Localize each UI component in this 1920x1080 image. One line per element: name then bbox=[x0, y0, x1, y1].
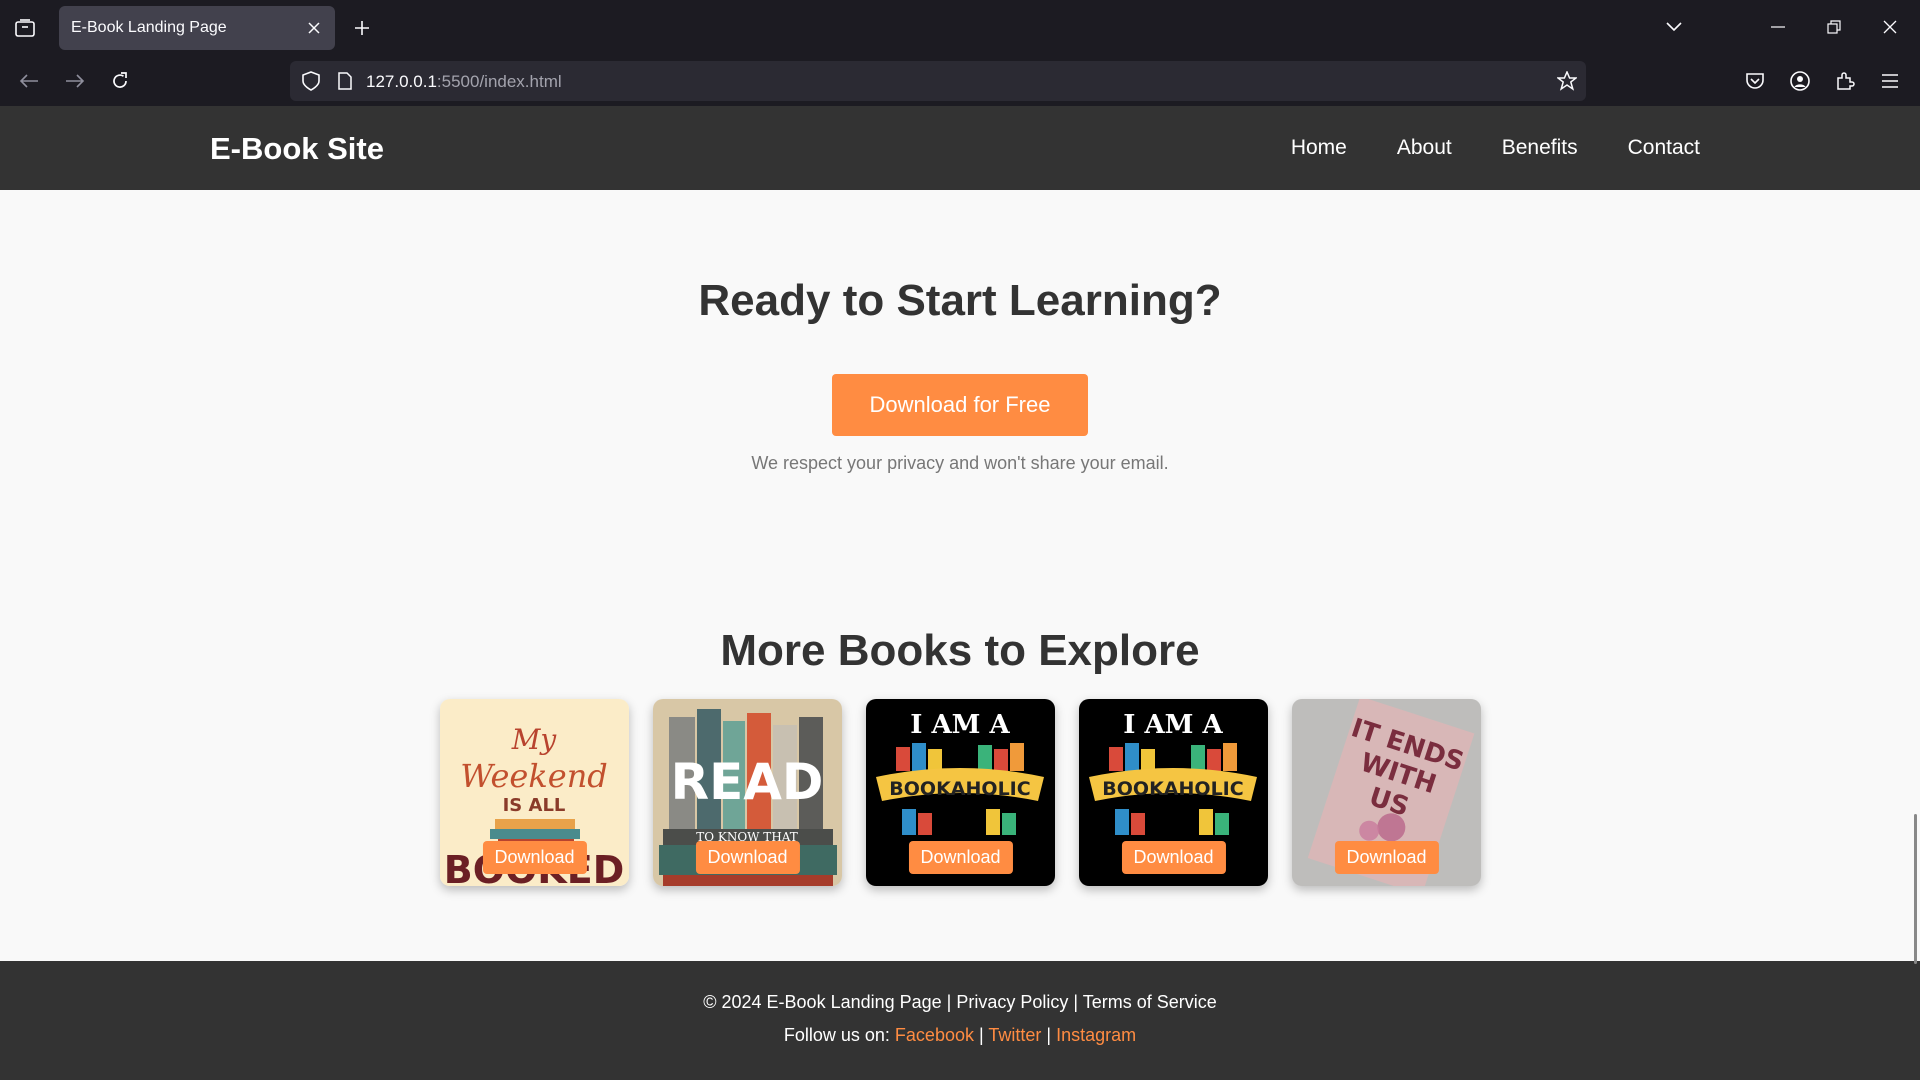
svg-text:I AM A: I AM A bbox=[910, 710, 1010, 740]
svg-text:BOOKAHOLIC: BOOKAHOLIC bbox=[1102, 778, 1243, 800]
navigation-toolbar: 127.0.0.1:5500/index.html bbox=[0, 56, 1920, 106]
pocket-icon[interactable] bbox=[1740, 66, 1770, 96]
book-card[interactable]: I AM A BOOKAHOLIC Download bbox=[1079, 699, 1268, 886]
reload-icon[interactable] bbox=[105, 66, 135, 96]
tab-overview-icon[interactable] bbox=[10, 14, 40, 42]
privacy-note: We respect your privacy and won't share … bbox=[751, 453, 1169, 473]
book-card[interactable]: I AM A BOOKAHOLIC Download bbox=[866, 699, 1055, 886]
back-arrow-icon[interactable] bbox=[14, 66, 44, 96]
footer-copyright: © 2024 E-Book Landing Page | Privacy Pol… bbox=[703, 992, 1217, 1012]
download-for-free-button[interactable]: Download for Free bbox=[832, 374, 1088, 436]
chevron-down-icon[interactable] bbox=[1654, 10, 1694, 44]
tab-title: E-Book Landing Page bbox=[71, 19, 227, 36]
footer-social: Follow us on: Facebook | Twitter | Insta… bbox=[0, 1025, 1920, 1046]
url-text[interactable]: 127.0.0.1:5500/index.html bbox=[366, 72, 562, 92]
book-card[interactable]: IT ENDS WITH US Download bbox=[1292, 699, 1481, 886]
close-window-icon[interactable] bbox=[1870, 10, 1910, 44]
book-card[interactable]: READ TO KNOW THAT Download bbox=[653, 699, 842, 886]
forward-arrow-icon[interactable] bbox=[60, 66, 90, 96]
restore-icon[interactable] bbox=[1814, 10, 1854, 44]
close-icon[interactable] bbox=[303, 17, 325, 39]
site-logo[interactable]: E-Book Site bbox=[210, 131, 384, 167]
tab-strip: E-Book Landing Page bbox=[0, 0, 1920, 54]
book-download-button[interactable]: Download bbox=[908, 841, 1013, 874]
nav-link-contact[interactable]: Contact bbox=[1628, 136, 1700, 160]
svg-text:READ: READ bbox=[671, 753, 824, 811]
svg-text:My: My bbox=[511, 723, 558, 756]
nav-link-benefits[interactable]: Benefits bbox=[1502, 136, 1578, 160]
book-gallery: My Weekend IS ALL BOOKED Download READ bbox=[440, 699, 1481, 886]
extensions-icon[interactable] bbox=[1830, 66, 1860, 96]
site-nav: Home About Benefits Contact bbox=[1291, 136, 1700, 160]
svg-text:Weekend: Weekend bbox=[460, 757, 608, 795]
book-download-button[interactable]: Download bbox=[1121, 841, 1226, 874]
more-books-heading: More Books to Explore bbox=[720, 626, 1200, 675]
scrollbar-thumb[interactable] bbox=[1914, 814, 1917, 964]
footer-separator: | bbox=[979, 1025, 984, 1045]
twitter-link[interactable]: Twitter bbox=[988, 1025, 1041, 1045]
svg-text:BOOKAHOLIC: BOOKAHOLIC bbox=[889, 778, 1030, 800]
new-tab-plus-icon[interactable] bbox=[348, 14, 376, 42]
browser-tab-active[interactable]: E-Book Landing Page bbox=[59, 6, 335, 50]
address-bar[interactable]: 127.0.0.1:5500/index.html bbox=[290, 61, 1586, 101]
site-footer: © 2024 E-Book Landing Page | Privacy Pol… bbox=[0, 961, 1920, 1080]
cta-heading: Ready to Start Learning? bbox=[698, 276, 1222, 325]
nav-link-about[interactable]: About bbox=[1397, 136, 1452, 160]
account-icon[interactable] bbox=[1785, 66, 1815, 96]
star-bookmark-icon[interactable] bbox=[1556, 70, 1578, 92]
follow-label: Follow us on: bbox=[783, 1025, 890, 1045]
svg-text:IS ALL: IS ALL bbox=[503, 795, 566, 816]
footer-separator: | bbox=[1046, 1025, 1052, 1045]
book-card[interactable]: My Weekend IS ALL BOOKED Download bbox=[440, 699, 629, 886]
instagram-link[interactable]: Instagram bbox=[1056, 1025, 1136, 1045]
book-download-button[interactable]: Download bbox=[482, 841, 587, 874]
page-icon[interactable] bbox=[334, 70, 356, 92]
minimize-icon[interactable] bbox=[1758, 10, 1798, 44]
book-download-button[interactable]: Download bbox=[695, 841, 800, 874]
svg-text:I AM A: I AM A bbox=[1123, 710, 1223, 740]
nav-link-home[interactable]: Home bbox=[1291, 136, 1347, 160]
browser-chrome: E-Book Landing Page 127.0.0.1:5500/index… bbox=[0, 0, 1920, 106]
menu-hamburger-icon[interactable] bbox=[1875, 66, 1905, 96]
facebook-link[interactable]: Facebook bbox=[895, 1025, 974, 1045]
book-download-button[interactable]: Download bbox=[1334, 841, 1439, 874]
page-viewport: E-Book Site Home About Benefits Contact … bbox=[0, 106, 1920, 1080]
site-header: E-Book Site Home About Benefits Contact bbox=[0, 106, 1920, 190]
shield-icon[interactable] bbox=[300, 70, 322, 92]
